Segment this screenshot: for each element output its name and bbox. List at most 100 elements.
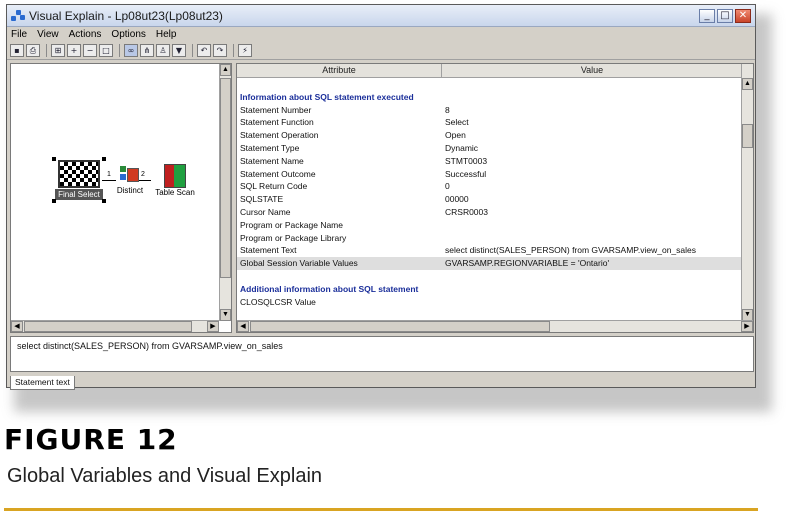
grid-row[interactable]: Statement Function Select	[237, 116, 753, 129]
graph-icon[interactable]: ⋔	[140, 44, 154, 57]
graph-edge	[102, 180, 116, 181]
minimize-button[interactable]: _	[699, 8, 715, 23]
attribute-cell: Global Session Variable Values	[240, 258, 358, 269]
grid-header: Attribute Value	[237, 64, 753, 78]
grid-row[interactable]	[237, 270, 753, 283]
toolbar-separator	[192, 44, 193, 57]
undo-icon[interactable]: ↶	[197, 44, 211, 57]
print-icon[interactable]: ⎙	[26, 44, 40, 57]
scroll-thumb[interactable]	[742, 124, 753, 148]
visual-explain-window: Visual Explain - Lp08ut23(Lp08ut23) _ □ …	[6, 4, 756, 390]
scroll-right-arrow[interactable]: ▶	[207, 321, 219, 332]
attribute-cell: Statement Operation	[240, 130, 319, 141]
zoom-out-icon[interactable]: −	[83, 44, 97, 57]
attribute-cell: Information about SQL statement executed	[240, 91, 414, 102]
scroll-thumb[interactable]	[250, 321, 550, 332]
node-label: Distinct	[116, 186, 144, 195]
redo-icon[interactable]: ↷	[213, 44, 227, 57]
attribute-cell: Statement Number	[240, 104, 312, 115]
toolbar: ▪ ⎙ ⊞ + − □ ∞ ⋔ ♙ ▼ ↶ ↷ ⚡	[7, 42, 755, 60]
attribute-cell: Program or Package Name	[240, 219, 343, 230]
grid-section-row[interactable]: Information about SQL statement executed	[237, 91, 753, 104]
statement-text-content: select distinct(SALES_PERSON) from GVARS…	[17, 341, 283, 351]
selection-handle[interactable]	[52, 157, 56, 161]
graph-pane[interactable]: 1 2 Final Select Distinct Table Scan ▲ ▼…	[10, 63, 232, 333]
attribute-cell: SQLSTATE	[240, 194, 284, 205]
node-distinct[interactable]: Distinct	[115, 164, 145, 195]
tab-statement-text[interactable]: Statement text	[10, 376, 75, 390]
refresh-icon[interactable]: ⚡	[238, 44, 252, 57]
grid-row[interactable]: Program or Package Library	[237, 232, 753, 245]
toolbar-separator	[233, 44, 234, 57]
scroll-up-arrow[interactable]: ▲	[220, 64, 231, 76]
grid-row[interactable]: Statement Type Dynamic	[237, 142, 753, 155]
value-cell: Dynamic	[445, 142, 479, 153]
selection-handle[interactable]	[52, 199, 56, 203]
scroll-thumb[interactable]	[24, 321, 192, 332]
menu-file[interactable]: File	[11, 29, 27, 40]
attribute-cell: Statement Function	[240, 117, 314, 128]
statement-text-panel[interactable]: select distinct(SALES_PERSON) from GVARS…	[10, 336, 754, 372]
close-button[interactable]: ✕	[735, 8, 751, 23]
save-icon[interactable]: ▪	[10, 44, 24, 57]
grid-row[interactable]: Statement Number 8	[237, 104, 753, 117]
scroll-up-arrow[interactable]: ▲	[742, 78, 753, 90]
value-cell	[442, 232, 737, 245]
grid-vertical-scrollbar[interactable]: ▲ ▼	[741, 64, 753, 321]
attribute-cell: Statement Name	[240, 155, 304, 166]
menu-actions[interactable]: Actions	[69, 29, 102, 40]
node-final-select[interactable]: Final Select	[52, 157, 106, 203]
zoom-fit-icon[interactable]: ⊞	[51, 44, 65, 57]
grid-horizontal-scrollbar[interactable]: ◀ ▶	[237, 320, 753, 332]
figure-title: FIGURE 12	[4, 423, 178, 456]
grid-row[interactable]: Statement Name STMT0003	[237, 155, 753, 168]
grid-row[interactable]: Statement Text select distinct(SALES_PERS…	[237, 244, 753, 257]
scroll-thumb[interactable]	[220, 78, 231, 278]
attribute-cell: Statement Text	[240, 245, 297, 256]
column-header-value[interactable]: Value	[442, 64, 743, 77]
scroll-right-arrow[interactable]: ▶	[741, 321, 753, 332]
graph-vertical-scrollbar[interactable]: ▲ ▼	[219, 64, 231, 321]
attribute-cell: Cursor Name	[240, 206, 291, 217]
menu-view[interactable]: View	[37, 29, 59, 40]
node-table-scan[interactable]: Table Scan	[154, 164, 196, 197]
attribute-grid[interactable]: Attribute Value Information about SQL st…	[236, 63, 754, 333]
toolbar-separator	[119, 44, 120, 57]
value-cell: Select	[445, 117, 469, 128]
overview-icon[interactable]: ∞	[124, 44, 138, 57]
grid-row[interactable]: Program or Package Name	[237, 219, 753, 232]
value-cell	[442, 219, 737, 232]
value-cell: 00000	[445, 194, 469, 205]
menu-options[interactable]: Options	[111, 29, 145, 40]
selection-handle[interactable]	[102, 199, 106, 203]
scroll-left-arrow[interactable]: ◀	[237, 321, 249, 332]
distinct-icon	[120, 164, 140, 186]
scroll-left-arrow[interactable]: ◀	[11, 321, 23, 332]
maximize-button[interactable]: □	[717, 8, 733, 23]
menu-help[interactable]: Help	[156, 29, 177, 40]
grid-row[interactable]: Statement Outcome Successful	[237, 168, 753, 181]
column-header-attribute[interactable]: Attribute	[237, 64, 442, 77]
graph-horizontal-scrollbar[interactable]: ◀ ▶	[11, 320, 219, 332]
scroll-down-arrow[interactable]: ▼	[220, 309, 231, 321]
grid-row[interactable]: Global Session Variable Values GVARSAMP.R…	[237, 257, 753, 270]
value-cell: select distinct(SALES_PERSON) from GVARS…	[445, 245, 697, 256]
grid-row[interactable]: SQL Return Code 0	[237, 180, 753, 193]
grid-row[interactable]: CLOSQLCSR Value	[237, 296, 753, 309]
edge-label: 1	[107, 171, 111, 178]
zoom-box-icon[interactable]: □	[99, 44, 113, 57]
selection-handle[interactable]	[102, 157, 106, 161]
value-cell: 0	[445, 181, 450, 192]
figure-caption: Global Variables and Visual Explain	[7, 465, 323, 487]
zoom-in-icon[interactable]: +	[67, 44, 81, 57]
grid-row[interactable]: Cursor Name CRSR0003	[237, 206, 753, 219]
grid-row[interactable]: SQLSTATE 00000	[237, 193, 753, 206]
grid-row[interactable]	[237, 78, 753, 91]
user-icon[interactable]: ♙	[156, 44, 170, 57]
grid-row[interactable]: Statement Operation Open	[237, 129, 753, 142]
value-cell	[442, 296, 737, 309]
filter-icon[interactable]: ▼	[172, 44, 186, 57]
final-select-icon	[58, 160, 100, 188]
title-bar[interactable]: Visual Explain - Lp08ut23(Lp08ut23) _ □ …	[7, 5, 755, 27]
grid-section-row[interactable]: Additional information about SQL stateme…	[237, 283, 753, 296]
